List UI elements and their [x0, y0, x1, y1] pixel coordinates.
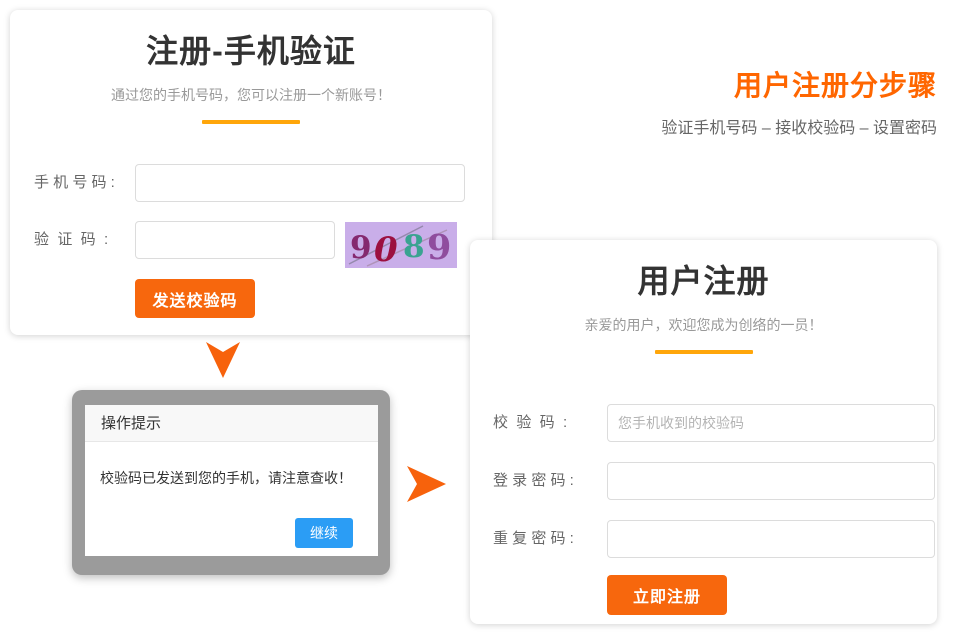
- password-input[interactable]: [607, 462, 935, 500]
- register-card: 用户注册 亲爱的用户，欢迎您成为创络的一员！ 校 验 码 : 登 录 密 码 :…: [470, 240, 937, 624]
- captcha-input[interactable]: [135, 221, 335, 259]
- captcha-image[interactable]: 9 0 8 9: [345, 222, 457, 268]
- verify-code-label: 校 验 码 :: [493, 403, 598, 443]
- send-code-button[interactable]: 发送校验码: [135, 279, 255, 318]
- repeat-password-row: 重 复 密 码 :: [470, 519, 937, 559]
- phone-number-input[interactable]: [135, 164, 465, 202]
- captcha-digit: 0: [374, 230, 398, 268]
- register-title: 用户注册: [470, 240, 937, 302]
- verify-code-row: 校 验 码 :: [470, 403, 937, 443]
- phone-verify-card: 注册-手机验证 通过您的手机号码，您可以注册一个新账号！ 手 机 号 码 : 验…: [10, 10, 492, 335]
- flow-arrow-right-icon: [407, 466, 446, 502]
- orange-divider: [655, 350, 753, 354]
- steps-title: 用户注册分步骤: [661, 64, 937, 104]
- register-subtitle: 亲爱的用户，欢迎您成为创络的一员！: [470, 315, 937, 335]
- password-row: 登 录 密 码 :: [470, 461, 937, 501]
- steps-header: 用户注册分步骤 验证手机号码 – 接收校验码 – 设置密码: [661, 64, 937, 138]
- repeat-password-input[interactable]: [607, 520, 935, 558]
- captcha-digit: 8: [403, 229, 425, 265]
- orange-divider: [202, 120, 300, 124]
- phone-verify-subtitle: 通过您的手机号码，您可以注册一个新账号！: [10, 85, 492, 105]
- dialog-frame: 操作提示 校验码已发送到您的手机，请注意查收！ 继续: [72, 390, 390, 575]
- dialog-title: 操作提示: [85, 405, 378, 442]
- flow-arrow-down-icon: [206, 342, 240, 378]
- phone-number-row: 手 机 号 码 :: [10, 163, 492, 203]
- captcha-digit: 9: [427, 227, 451, 268]
- captcha-row: 验 证 码 : 9 0 8 9: [10, 220, 492, 260]
- alert-dialog: 操作提示 校验码已发送到您的手机，请注意查收！ 继续: [85, 405, 378, 556]
- captcha-label: 验 证 码 :: [34, 220, 134, 260]
- verify-code-input[interactable]: [607, 404, 935, 442]
- dialog-continue-button[interactable]: 继续: [295, 518, 353, 548]
- password-label: 登 录 密 码 :: [493, 461, 598, 501]
- page: 注册-手机验证 通过您的手机号码，您可以注册一个新账号！ 手 机 号 码 : 验…: [0, 0, 960, 640]
- phone-verify-title: 注册-手机验证: [10, 10, 492, 72]
- register-now-button[interactable]: 立即注册: [607, 575, 727, 615]
- steps-subtitle: 验证手机号码 – 接收校验码 – 设置密码: [661, 114, 937, 138]
- captcha-digit: 9: [350, 230, 372, 266]
- dialog-message: 校验码已发送到您的手机，请注意查收！: [85, 442, 378, 488]
- phone-number-label: 手 机 号 码 :: [34, 163, 134, 203]
- repeat-password-label: 重 复 密 码 :: [493, 519, 598, 559]
